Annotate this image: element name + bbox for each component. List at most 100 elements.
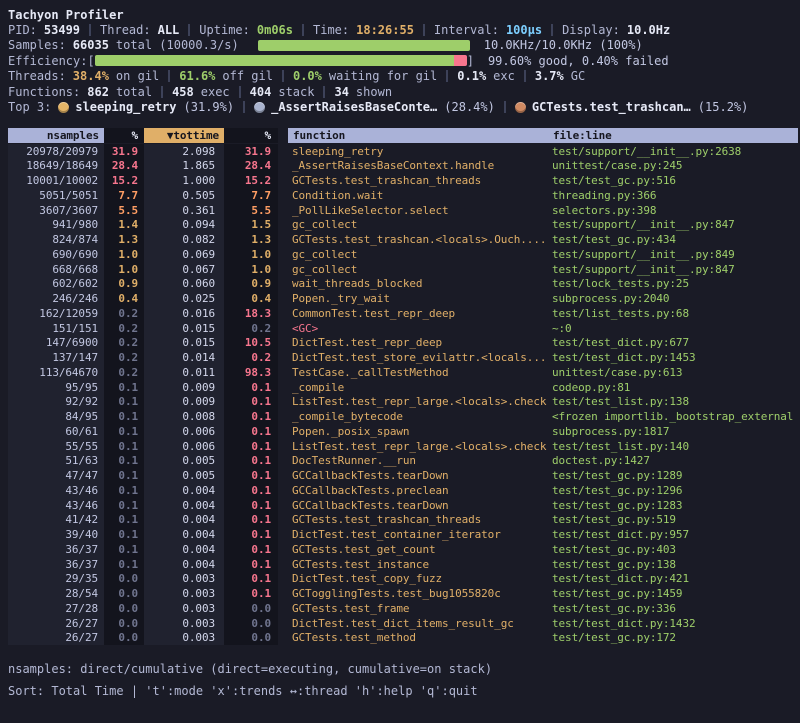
pid-value: 53499 [44,23,80,37]
table-row[interactable]: 95/950.10.0090.1_compilecodeop.py:81 [8,380,798,395]
separator [89,24,91,36]
cumulative-pct-cell: 0.1 [224,557,278,572]
nsamples-cell: 36/37 [8,542,104,557]
table-row[interactable]: 668/6681.00.0671.0gc_collecttest/support… [8,262,798,277]
column-header-nsamples[interactable]: nsamples [8,128,104,143]
nsamples-cell: 137/147 [8,350,104,365]
function-cell: GCTests.test_trashcan.<locals>.Ouch.... [288,232,548,247]
top-function-entry: _AssertRaisesBaseConte…(28.4%) [254,100,495,114]
table-row[interactable]: 28/540.00.0030.1GCTogglingTests.test_bug… [8,586,798,601]
pid-label: PID: [8,23,37,37]
table-row[interactable]: 47/470.10.0050.1GCCallbackTests.tearDown… [8,468,798,483]
cumulative-pct-cell: 0.1 [224,483,278,498]
column-gap [278,557,288,572]
table-row[interactable]: 162/120590.20.01618.3CommonTest.test_rep… [8,306,798,321]
table-row[interactable]: 18649/1864928.41.86528.4_AssertRaisesBas… [8,158,798,173]
nsamples-cell: 60/61 [8,424,104,439]
cumulative-pct-cell: 0.2 [224,321,278,336]
function-cell: _compile [288,380,548,395]
table-row[interactable]: 92/920.10.0090.1ListTest.test_repr_large… [8,394,798,409]
samples-count: 66035 [73,38,109,52]
tottime-cell: 0.003 [144,630,224,645]
column-header-tottime-sorted[interactable]: ▼tottime [144,128,224,143]
file-line-cell: test/support/__init__.py:847 [548,217,798,232]
tottime-cell: 0.009 [144,380,224,395]
separator [239,86,241,98]
tottime-cell: 0.016 [144,306,224,321]
table-row[interactable]: 20978/2097931.92.09831.9sleeping_retryte… [8,144,798,159]
function-cell: wait_threads_blocked [288,276,548,291]
table-row[interactable]: 26/270.00.0030.0GCTests.test_methodtest/… [8,630,798,645]
direct-pct-cell: 0.4 [104,291,144,306]
table-row[interactable]: 55/550.10.0060.1ListTest.test_repr_large… [8,439,798,454]
function-stat-value: 458 [172,85,194,99]
status-bar: PID: 53499 Thread: ALL Uptime: 0m06s Tim… [8,22,795,37]
file-line-cell: ~:0 [548,321,798,336]
column-gap [278,586,288,601]
table-row[interactable]: 690/6901.00.0691.0gc_collecttest/support… [8,247,798,262]
column-header-file-line[interactable]: file:line [548,128,798,143]
thread-stat-value: 3.7% [535,69,564,83]
direct-pct-cell: 0.0 [104,586,144,601]
function-cell: GCTests.test_get_count [288,542,548,557]
interval-label: Interval: [434,23,499,37]
column-gap [278,394,288,409]
column-header-function[interactable]: function [288,128,548,143]
table-row[interactable]: 39/400.10.0040.1DictTest.test_container_… [8,527,798,542]
direct-pct-cell: 0.2 [104,321,144,336]
direct-pct-cell: 0.0 [104,601,144,616]
table-row[interactable]: 941/9801.40.0941.5gc_collecttest/support… [8,217,798,232]
cumulative-pct-cell: 0.1 [224,498,278,513]
direct-pct-cell: 31.9 [104,144,144,159]
column-header-cell: ▼tottime [144,128,224,143]
function-cell: DocTestRunner.__run [288,453,548,468]
table-row[interactable]: 29/350.00.0030.1DictTest.test_copy_fuzzt… [8,571,798,586]
nsamples-cell: 51/63 [8,453,104,468]
function-cell: GCTogglingTests.test_bug1055820c [288,586,548,601]
table-row[interactable]: 151/1510.20.0150.2<GC>~:0 [8,321,798,336]
table-row[interactable]: 26/270.00.0030.0DictTest.test_dict_items… [8,616,798,631]
thread-stat-value: 38.4% [73,69,109,83]
file-line-cell: test/test_dict.py:1453 [548,350,798,365]
file-line-cell: test/test_gc.py:172 [548,630,798,645]
top3-entries: sleeping_retry(31.9%)_AssertRaisesBaseCo… [58,100,748,114]
table-row[interactable]: 36/370.10.0040.1GCTests.test_instancetes… [8,557,798,572]
table-row[interactable]: 137/1470.20.0140.2DictTest.test_store_ev… [8,350,798,365]
direct-pct-cell: 0.1 [104,380,144,395]
top3-line: Top 3: sleeping_retry(31.9%)_AssertRaise… [8,99,795,114]
table-row[interactable]: 60/610.10.0060.1Popen._posix_spawnsubpro… [8,424,798,439]
function-cell: _compile_bytecode [288,409,548,424]
table-row[interactable]: 147/69000.20.01510.5DictTest.test_repr_d… [8,335,798,350]
cumulative-pct-cell: 0.1 [224,512,278,527]
tottime-cell: 0.003 [144,601,224,616]
separator [161,86,163,98]
table-row[interactable]: 602/6020.90.0600.9wait_threads_blockedte… [8,276,798,291]
table-row[interactable]: 824/8741.30.0821.3GCTests.test_trashcan.… [8,232,798,247]
table-row[interactable]: 246/2460.40.0250.4Popen._try_waitsubproc… [8,291,798,306]
nsamples-cell: 43/46 [8,498,104,513]
function-cell: DictTest.test_dict_items_result_gc [288,616,548,631]
table-row[interactable]: 36/370.10.0040.1GCTests.test_get_countte… [8,542,798,557]
table-row[interactable]: 41/420.10.0040.1GCTests.test_trashcan_th… [8,512,798,527]
direct-pct-cell: 0.1 [104,409,144,424]
function-cell: GCTests.test_method [288,630,548,645]
column-header-direct-pct[interactable]: % [104,128,144,143]
table-row[interactable]: 27/280.00.0030.0GCTests.test_frametest/t… [8,601,798,616]
separator [423,24,425,36]
table-row[interactable]: 5051/50517.70.5057.7Condition.waitthread… [8,188,798,203]
table-row[interactable]: 43/460.10.0040.1GCCallbackTests.tearDown… [8,498,798,513]
table-row[interactable]: 43/460.10.0040.1GCCallbackTests.preclean… [8,483,798,498]
nsamples-cell: 28/54 [8,586,104,601]
column-header-cumulative-pct[interactable]: % [224,128,278,143]
column-gap [278,380,288,395]
nsamples-cell: 151/151 [8,321,104,336]
table-row[interactable]: 113/646700.20.01198.3TestCase._callTestM… [8,365,798,380]
table-row[interactable]: 84/950.10.0080.1_compile_bytecode<frozen… [8,409,798,424]
table-row[interactable]: 3607/36075.50.3615.5_PollLikeSelector.se… [8,203,798,218]
function-cell: GCTests.test_frame [288,601,548,616]
table-row[interactable]: 10001/1000215.21.00015.2GCTests.test_tra… [8,173,798,188]
tottime-cell: 0.005 [144,468,224,483]
thread-value: ALL [158,23,180,37]
table-row[interactable]: 51/630.10.0050.1DocTestRunner.__rundocte… [8,453,798,468]
thread-stat-label: on gil [116,69,159,83]
